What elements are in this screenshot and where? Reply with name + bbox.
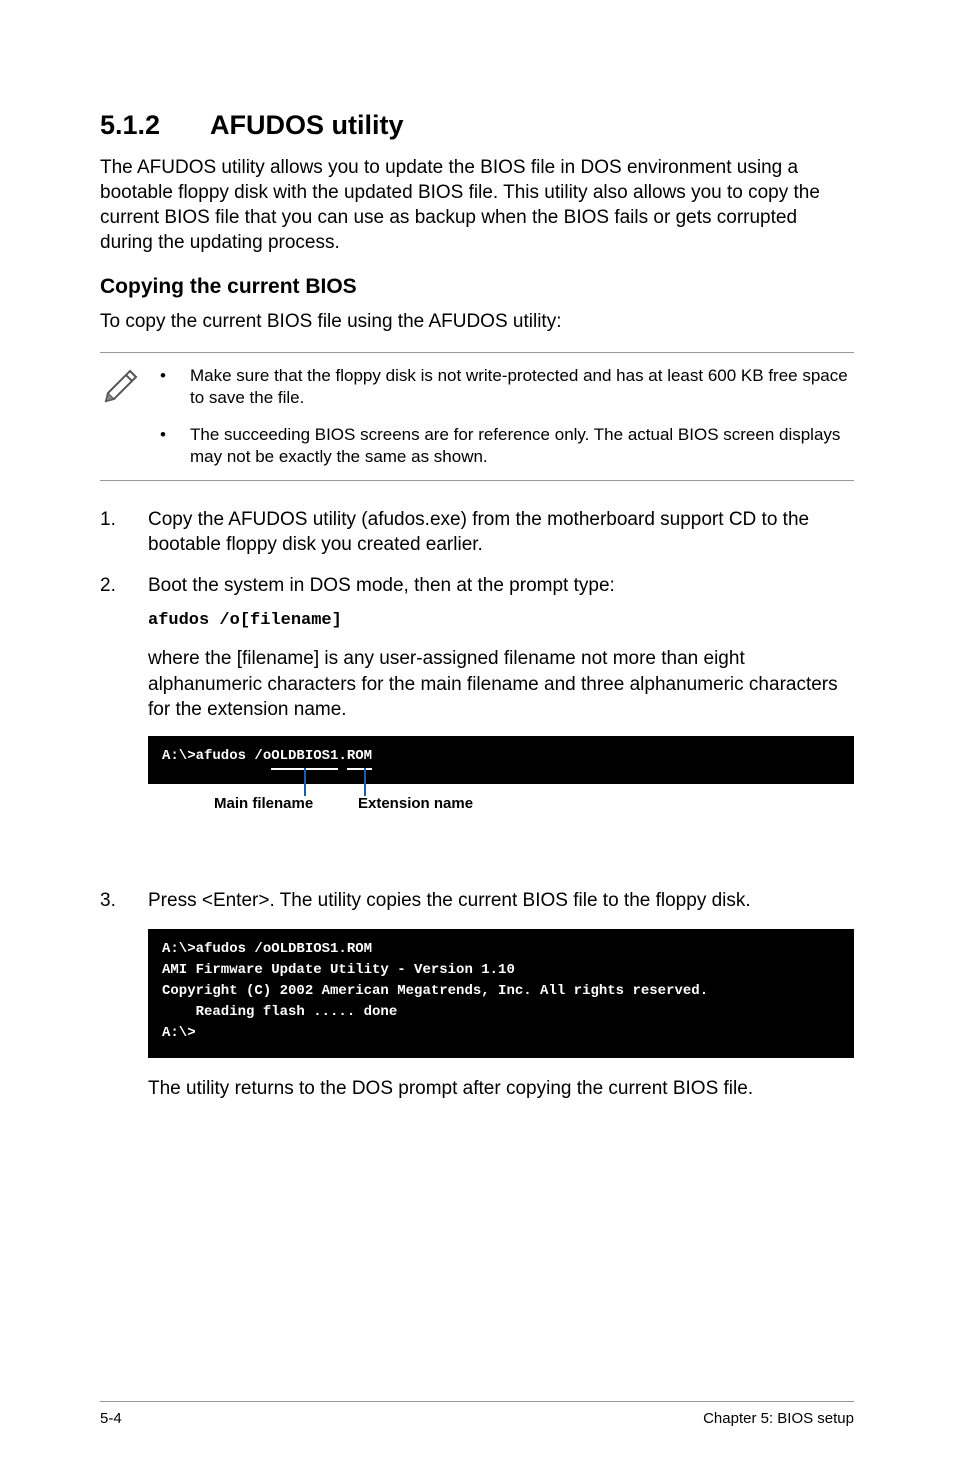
step-3: 3. Press <Enter>. The utility copies the… — [100, 888, 854, 913]
subheading: Copying the current BIOS — [100, 275, 854, 299]
chapter-label: Chapter 5: BIOS setup — [703, 1410, 854, 1427]
step-explanation: where the [filename] is any user-assigne… — [148, 646, 854, 721]
section-heading: 5.1.2AFUDOS utility — [100, 110, 854, 141]
term-dot: . — [338, 748, 346, 764]
step-number: 3. — [100, 888, 148, 913]
step-3-followup: The utility returns to the DOS prompt af… — [148, 1076, 854, 1101]
note-text: The succeeding BIOS screens are for refe… — [190, 424, 854, 468]
term-ext-name: ROM — [347, 746, 372, 770]
annot-ext-name: Extension name — [358, 794, 473, 814]
note-block: • Make sure that the floppy disk is not … — [100, 352, 854, 480]
step-2: 2. Boot the system in DOS mode, then at … — [100, 573, 854, 872]
note-item: • Make sure that the floppy disk is not … — [160, 365, 854, 409]
note-text: Make sure that the floppy disk is not wr… — [190, 365, 854, 409]
command-line: afudos /o[filename] — [148, 610, 854, 632]
term-main-filename: OLDBIOS1 — [271, 746, 338, 770]
section-number: 5.1.2 — [100, 110, 210, 141]
page-number: 5-4 — [100, 1410, 122, 1427]
terminal-output-1: A:\>afudos /oOLDBIOS1.ROM — [148, 736, 854, 784]
step-number: 2. — [100, 573, 148, 872]
step-1: 1. Copy the AFUDOS utility (afudos.exe) … — [100, 507, 854, 557]
step-text: Copy the AFUDOS utility (afudos.exe) fro… — [148, 507, 854, 557]
lead-paragraph: To copy the current BIOS file using the … — [100, 309, 854, 334]
intro-paragraph: The AFUDOS utility allows you to update … — [100, 155, 854, 255]
terminal-annotation: Main filename Extension name — [148, 792, 854, 852]
step-number: 1. — [100, 507, 148, 557]
annot-main-filename: Main filename — [214, 794, 313, 814]
step-text: Boot the system in DOS mode, then at the… — [148, 573, 854, 598]
page-footer: 5-4 Chapter 5: BIOS setup — [100, 1401, 854, 1427]
pencil-note-icon — [100, 365, 160, 467]
terminal-output-2: A:\>afudos /oOLDBIOS1.ROM AMI Firmware U… — [148, 929, 854, 1058]
note-item: • The succeeding BIOS screens are for re… — [160, 424, 854, 468]
term-prefix: A:\>afudos /o — [162, 748, 271, 764]
step-text: Press <Enter>. The utility copies the cu… — [148, 888, 854, 913]
section-title-text: AFUDOS utility — [210, 110, 404, 140]
